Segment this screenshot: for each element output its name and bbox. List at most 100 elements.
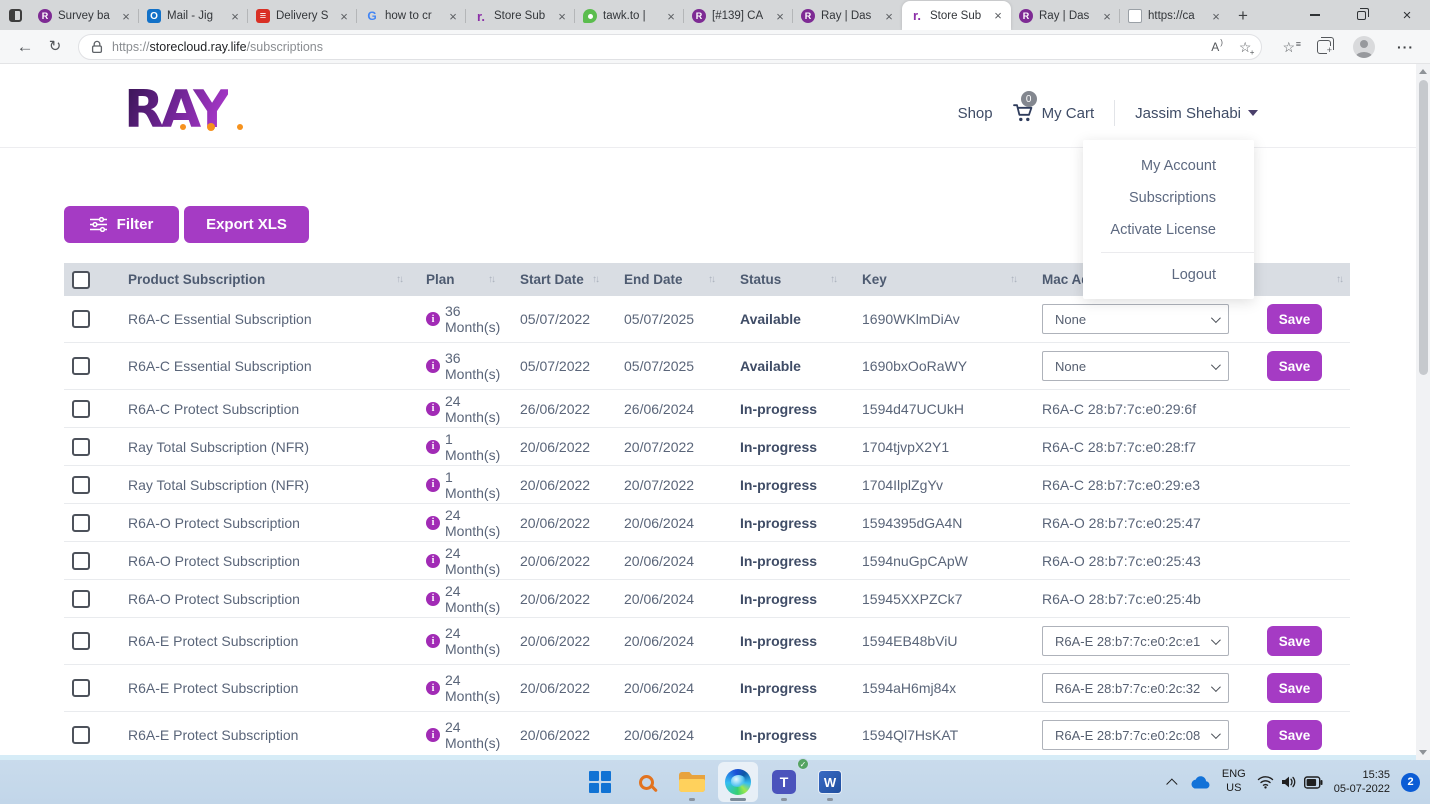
tab-close-icon[interactable] [1209, 9, 1223, 23]
info-icon[interactable] [426, 312, 440, 326]
browser-tab[interactable]: Mail - Jig [139, 2, 248, 30]
row-checkbox[interactable] [72, 476, 90, 494]
info-icon[interactable] [426, 359, 440, 373]
browser-tab[interactable]: Store Sub [902, 1, 1011, 30]
address-bar[interactable]: https://storecloud.ray.life/subscription… [78, 34, 1262, 60]
info-icon[interactable] [426, 634, 440, 648]
back-button[interactable] [10, 33, 40, 61]
tab-actions-button[interactable] [0, 0, 30, 30]
teams-button[interactable]: T✓ [764, 762, 804, 802]
new-tab-button[interactable] [1229, 2, 1257, 30]
row-checkbox[interactable] [72, 552, 90, 570]
sort-icon[interactable] [1336, 274, 1350, 285]
favorites-icon[interactable] [1282, 40, 1295, 54]
browser-tab[interactable]: [#139] CA [684, 2, 793, 30]
tab-close-icon[interactable] [119, 9, 133, 23]
user-menu-item[interactable]: Subscriptions [1083, 182, 1254, 214]
export-xls-button[interactable]: Export XLS [184, 206, 309, 243]
row-checkbox[interactable] [72, 679, 90, 697]
mac-address-select[interactable]: None [1042, 351, 1229, 381]
tab-close-icon[interactable] [882, 9, 896, 23]
tab-close-icon[interactable] [773, 9, 787, 23]
info-icon[interactable] [426, 402, 440, 416]
row-checkbox[interactable] [72, 438, 90, 456]
sort-icon[interactable] [1010, 274, 1024, 285]
select-all-checkbox[interactable] [72, 271, 90, 289]
row-checkbox[interactable] [72, 514, 90, 532]
language-indicator[interactable]: ENGUS [1222, 768, 1246, 796]
user-menu-trigger[interactable]: Jassim Shehabi [1135, 105, 1258, 122]
browser-tab[interactable]: Store Sub [466, 2, 575, 30]
tab-close-icon[interactable] [446, 9, 460, 23]
info-icon[interactable] [426, 478, 440, 492]
restore-button[interactable] [1338, 0, 1384, 30]
mac-address-select[interactable]: R6A-E 28:b7:7c:e0:2c:08 [1042, 720, 1229, 750]
word-button[interactable]: W [810, 762, 850, 802]
info-icon[interactable] [426, 728, 440, 742]
tab-close-icon[interactable] [1100, 9, 1114, 23]
sort-icon[interactable] [830, 274, 844, 285]
row-checkbox[interactable] [72, 310, 90, 328]
info-icon[interactable] [426, 440, 440, 454]
tray-status-icons[interactable] [1257, 775, 1323, 789]
taskbar-clock[interactable]: 15:3505-07-2022 [1334, 768, 1390, 797]
sort-icon[interactable] [592, 274, 606, 285]
tray-expand-icon[interactable] [1166, 778, 1177, 789]
scroll-down-arrow[interactable] [1419, 750, 1427, 755]
settings-menu-icon[interactable] [1397, 39, 1414, 55]
save-button[interactable]: Save [1267, 673, 1322, 703]
info-icon[interactable] [426, 681, 440, 695]
user-menu-item[interactable]: Activate License [1083, 214, 1254, 246]
info-icon[interactable] [426, 592, 440, 606]
user-menu-item[interactable]: My Account [1083, 150, 1254, 182]
save-button[interactable]: Save [1267, 304, 1322, 334]
mac-address-select[interactable]: R6A-E 28:b7:7c:e0:2c:32 [1042, 673, 1229, 703]
tab-close-icon[interactable] [555, 9, 569, 23]
save-button[interactable]: Save [1267, 720, 1322, 750]
save-button[interactable]: Save [1267, 626, 1322, 656]
browser-tab[interactable]: Survey ba [30, 2, 139, 30]
file-explorer-button[interactable] [672, 762, 712, 802]
my-cart-link[interactable]: 0 My Cart [1013, 103, 1095, 123]
info-icon[interactable] [426, 554, 440, 568]
tab-close-icon[interactable] [664, 9, 678, 23]
browser-tab[interactable]: Ray | Das [1011, 2, 1120, 30]
browser-tab[interactable]: https://ca [1120, 2, 1229, 30]
row-checkbox[interactable] [72, 590, 90, 608]
browser-tab[interactable]: tawk.to | [575, 2, 684, 30]
row-checkbox[interactable] [72, 400, 90, 418]
tab-close-icon[interactable] [337, 9, 351, 23]
minimize-button[interactable] [1292, 0, 1338, 30]
onedrive-icon[interactable] [1189, 774, 1211, 790]
row-checkbox[interactable] [72, 726, 90, 744]
notification-badge[interactable]: 2 [1401, 773, 1420, 792]
row-checkbox[interactable] [72, 632, 90, 650]
site-logo[interactable]: RAY [124, 80, 244, 138]
filter-button[interactable]: Filter [64, 206, 179, 243]
edge-button[interactable] [718, 762, 758, 802]
start-button[interactable] [580, 762, 620, 802]
refresh-button[interactable] [40, 33, 70, 61]
close-button[interactable] [1384, 0, 1430, 30]
mac-address-select[interactable]: R6A-E 28:b7:7c:e0:2c:e1 [1042, 626, 1229, 656]
row-checkbox[interactable] [72, 357, 90, 375]
add-favorite-icon[interactable] [1239, 40, 1252, 54]
info-icon[interactable] [426, 516, 440, 530]
collections-icon[interactable] [1317, 40, 1331, 54]
browser-tab[interactable]: Delivery S [248, 2, 357, 30]
tab-close-icon[interactable] [228, 9, 242, 23]
scroll-up-arrow[interactable] [1419, 69, 1427, 74]
browser-tab[interactable]: how to cr [357, 2, 466, 30]
search-button[interactable] [626, 762, 666, 802]
tab-close-icon[interactable] [991, 9, 1005, 23]
nav-shop-link[interactable]: Shop [958, 105, 993, 122]
sort-icon[interactable] [708, 274, 722, 285]
profile-avatar[interactable] [1353, 36, 1375, 58]
user-menu-item[interactable]: Logout [1083, 259, 1254, 291]
browser-tab[interactable]: Ray | Das [793, 2, 902, 30]
mac-address-select[interactable]: None [1042, 304, 1229, 334]
sort-icon[interactable] [396, 274, 410, 285]
sort-icon[interactable] [488, 274, 502, 285]
save-button[interactable]: Save [1267, 351, 1322, 381]
page-scrollbar[interactable] [1416, 64, 1430, 760]
